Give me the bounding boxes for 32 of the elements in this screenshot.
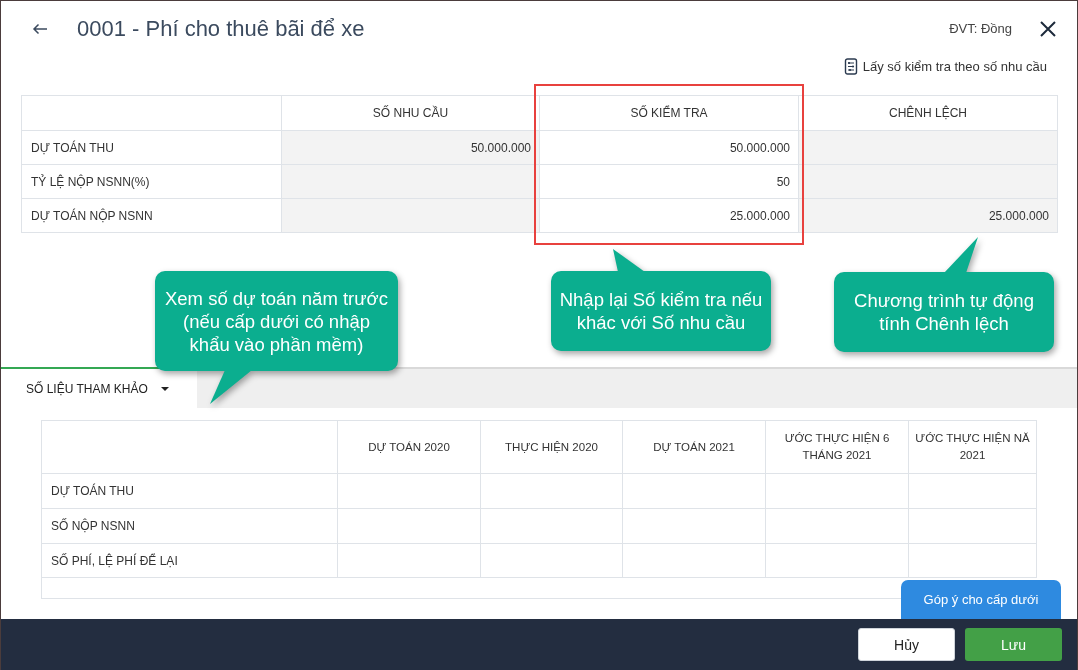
callout: Xem số dự toán năm trước (nếu cấp dưới có nhập khẩu vào phần mềm): [155, 271, 398, 404]
fill-check-numbers-button[interactable]: Lấy số kiểm tra theo số nhu cầu: [843, 56, 1047, 76]
row-label: DỰ TOÁN NỘP NSNN: [21, 198, 282, 233]
close-icon[interactable]: [1040, 20, 1056, 37]
unit-label: ĐVT: Đồng: [949, 21, 1012, 36]
tab[interactable]: SỐ LIỆU THAM KHẢO: [1, 367, 197, 408]
column-header: SỐ KIỂM TRA: [630, 106, 708, 120]
column-header: DỰ TOÁN 2021: [622, 420, 766, 474]
row-label: SỐ NỘP NSNN: [41, 508, 338, 544]
cancel-button[interactable]: Hủy: [858, 628, 955, 661]
document-list-icon: [843, 57, 858, 75]
dialog-title: 0001 - Phí cho thuê bãi để xe: [77, 15, 366, 42]
feedback-button[interactable]: Góp ý cho cấp dưới: [901, 580, 1061, 619]
column-header: THỰC HIỆN 2020: [480, 420, 623, 474]
column-header: ƯỚC THỰC HIỆN 6 THÁNG 2021: [765, 420, 909, 474]
input-field[interactable]: 50: [539, 164, 799, 199]
table-cell: 25.000.000: [798, 198, 1058, 233]
input-field[interactable]: 50.000.000: [539, 130, 799, 165]
column-header: ƯỚC THỰC HIỆN NĂ 2021: [908, 420, 1037, 474]
row-label: TỶ LỆ NỘP NSNN(%): [21, 164, 282, 199]
table-cell: 50.000.000: [281, 130, 540, 165]
row-label: SỐ PHÍ, LỆ PHÍ ĐỂ LẠI: [41, 543, 338, 578]
row-label: DỰ TOÁN THU: [21, 130, 282, 165]
back-arrow-icon[interactable]: [32, 22, 48, 35]
row-label: DỰ TOÁN THU: [41, 473, 338, 509]
column-header: DỰ TOÁN 2020: [337, 420, 481, 474]
column-header: CHÊNH LỆCH: [889, 106, 967, 120]
callout: Nhập lại Số kiểm tra nếu khác với Số nhu cầu: [551, 249, 771, 351]
callout: Chương trình tự động tính Chênh lệch: [834, 237, 1054, 352]
input-field[interactable]: 25.000.000: [539, 198, 799, 233]
column-header: SỐ NHU CẦU: [372, 106, 449, 120]
caret-icon: [160, 386, 169, 391]
